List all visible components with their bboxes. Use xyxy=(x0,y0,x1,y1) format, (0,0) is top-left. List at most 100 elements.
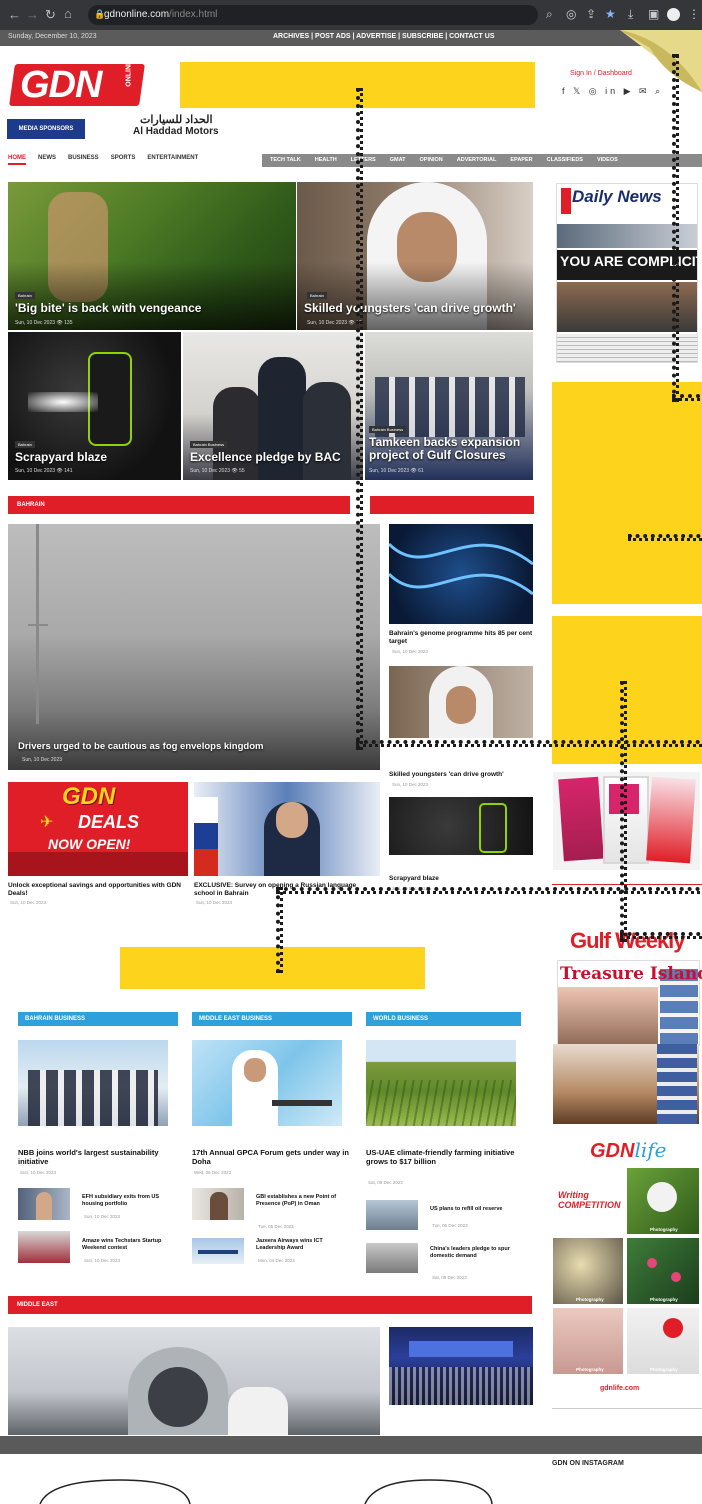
business-lead-title[interactable]: 17th Annual GPCA Forum gets under way in… xyxy=(192,1148,352,1166)
hero-tag[interactable]: Bahrain Business xyxy=(190,441,228,448)
section-header-middle-east[interactable]: MIDDLE EAST xyxy=(8,1296,532,1314)
business-lead-title[interactable]: US-UAE climate-friendly farming initiati… xyxy=(366,1148,516,1166)
fog-main-image[interactable] xyxy=(8,524,380,770)
hero-title[interactable]: Tamkeen backs expansion project of Gulf … xyxy=(369,436,529,462)
page-curl-icon[interactable] xyxy=(620,30,702,92)
thumb-image[interactable] xyxy=(18,1231,70,1263)
nav-techtalk[interactable]: TECH TALK xyxy=(270,157,301,163)
hero-tag[interactable]: Bahrain Business xyxy=(369,426,407,433)
section-bahrain-business[interactable]: BAHRAIN BUSINESS xyxy=(18,1012,178,1026)
nav-classifieds[interactable]: CLASSIFIEDS xyxy=(547,157,583,163)
thumb-image[interactable] xyxy=(366,1243,418,1273)
nav-home[interactable]: HOME xyxy=(8,155,26,165)
sponsor-logo[interactable]: Al Haddad Motors xyxy=(133,126,219,137)
hero-title[interactable]: Excellence pledge by BAC xyxy=(190,450,341,464)
thumb-image[interactable] xyxy=(192,1188,244,1220)
download-icon[interactable]: ⤓ xyxy=(628,7,633,22)
section-header-bahrain[interactable]: BAHRAIN xyxy=(8,496,350,514)
profile-avatar[interactable] xyxy=(667,8,680,21)
farming-image[interactable] xyxy=(366,1040,516,1126)
photo-tile-flowers[interactable] xyxy=(627,1238,699,1304)
gulf-weekly-spread[interactable] xyxy=(553,1044,699,1124)
business-lead-meta: Sun, 10 Dec 2023 xyxy=(20,1170,57,1175)
site-logo[interactable]: GDN xyxy=(20,64,102,107)
menu-dots-icon[interactable]: ⋮ xyxy=(688,7,700,21)
thumb-image[interactable] xyxy=(18,1188,70,1220)
side-story-meta: Sun, 10 Dec 2023 xyxy=(392,782,429,787)
signin-link[interactable]: Sign In / Dashboard xyxy=(570,70,632,77)
url-text[interactable]: gdnonline.com/index.html xyxy=(104,9,217,20)
nav-business[interactable]: BUSINESS xyxy=(68,155,99,161)
side-story-title[interactable]: Scrapyard blaze xyxy=(389,874,439,883)
home-icon[interactable]: ⌂ xyxy=(64,6,72,21)
hero-title[interactable]: Skilled youngsters 'can drive growth' xyxy=(304,301,529,315)
side-story-title[interactable]: Bahrain's genome programme hits 85 per c… xyxy=(389,630,535,646)
hero-meta: Sun, 10 Dec 2023 👁 61 xyxy=(369,468,424,474)
middle-east-side-image[interactable] xyxy=(389,1327,533,1405)
ad-banner-middle[interactable] xyxy=(120,947,425,989)
business-item-title[interactable]: EFH subsidiary exits from US housing por… xyxy=(82,1194,172,1208)
social-icons[interactable]: f 𝕏 ◎ in ▶ ✉ ⌕ xyxy=(562,86,663,97)
nav-gmat[interactable]: GMAT xyxy=(390,157,406,163)
middle-east-main-image[interactable] xyxy=(8,1327,380,1435)
thumb-image[interactable] xyxy=(366,1200,418,1230)
business-item-title[interactable]: Amaze wins Techstars Startup Weekend con… xyxy=(82,1238,172,1252)
business-item-title[interactable]: GBI establishes a new Point of Presence … xyxy=(256,1194,346,1208)
sponsor-logo-arabic[interactable]: الحداد للسيارات xyxy=(140,113,213,126)
dotted-line xyxy=(620,932,702,939)
back-icon[interactable]: ← xyxy=(8,7,21,22)
photo-tile-haze[interactable] xyxy=(553,1308,623,1374)
cast-icon[interactable]: ◎ xyxy=(566,7,576,21)
nav-news[interactable]: NEWS xyxy=(38,155,56,161)
hero-tag[interactable]: Bahrain xyxy=(307,292,327,299)
business-item-title[interactable]: US plans to refill oil reserve xyxy=(430,1206,516,1213)
sidepanel-icon[interactable]: ▣ xyxy=(648,7,659,21)
gdnlife-logo-text[interactable]: GDN xyxy=(590,1140,634,1162)
nav-sports[interactable]: SPORTS xyxy=(111,155,136,161)
forward-icon[interactable]: → xyxy=(26,7,39,22)
nav-letters[interactable]: LETTERS xyxy=(351,157,376,163)
gdnlife-logo-sub[interactable]: life xyxy=(634,1138,666,1162)
fog-story-title[interactable]: Drivers urged to be cautious as fog enve… xyxy=(18,741,263,752)
photo-tile-kite[interactable] xyxy=(627,1308,699,1374)
business-lead-title[interactable]: NBB joins world's largest sustainability… xyxy=(18,1148,178,1166)
zoom-icon[interactable]: ⌕ xyxy=(546,7,553,22)
reload-icon[interactable]: ↻ xyxy=(45,7,56,23)
photo-label: Photography xyxy=(576,1367,604,1372)
share-icon[interactable]: ⇪ xyxy=(586,7,596,21)
top-links[interactable]: ARCHIVES | POST ADS | ADVERTISE | SUBSCR… xyxy=(273,33,494,40)
gdnlife-url[interactable]: gdnlife.com xyxy=(600,1385,639,1392)
photo-tile-plant[interactable] xyxy=(627,1168,699,1234)
genome-image[interactable] xyxy=(389,524,533,624)
photo-tile-sunset[interactable] xyxy=(553,1238,623,1304)
hero-tag[interactable]: Bahrain xyxy=(15,441,35,448)
nbb-image[interactable] xyxy=(18,1040,168,1126)
thumb-image[interactable] xyxy=(192,1238,244,1264)
side-story-title[interactable]: Skilled youngsters 'can drive growth' xyxy=(389,770,504,779)
instagram-heading[interactable]: GDN ON INSTAGRAM xyxy=(552,1460,624,1467)
hero-title[interactable]: Scrapyard blaze xyxy=(15,450,107,464)
section-world-business[interactable]: WORLD BUSINESS xyxy=(366,1012,521,1026)
hero-tag[interactable]: Bahrain xyxy=(15,292,35,299)
bookmark-star-icon[interactable]: ★ xyxy=(605,7,616,21)
story-title[interactable]: Unlock exceptional savings and opportuni… xyxy=(8,882,192,898)
nav-advertorial[interactable]: ADVERTORIAL xyxy=(457,157,497,163)
nav-health[interactable]: HEALTH xyxy=(315,157,337,163)
business-item-title[interactable]: Jazeera Airways wins ICT Leadership Awar… xyxy=(256,1238,346,1252)
russia-image[interactable] xyxy=(194,782,380,876)
nav-entertainment[interactable]: ENTERTAINMENT xyxy=(147,155,198,161)
sidebar-divider xyxy=(552,884,702,885)
gpca-image[interactable] xyxy=(192,1040,342,1126)
daily-news-headline: YOU ARE COMPLICIT xyxy=(560,253,702,269)
scrapyard-image[interactable] xyxy=(389,797,533,855)
side-story-meta: Sun, 10 Dec 2023 xyxy=(392,649,429,654)
ad-sidebar-1[interactable] xyxy=(552,382,702,604)
hero-title[interactable]: 'Big bite' is back with vengeance xyxy=(15,301,285,315)
section-header-bar xyxy=(370,496,534,514)
business-item-title[interactable]: China's leaders pledge to spur domestic … xyxy=(430,1246,516,1260)
nav-opinion[interactable]: OPINION xyxy=(420,157,443,163)
section-middle-east-business[interactable]: MIDDLE EAST BUSINESS xyxy=(192,1012,352,1026)
nav-epaper[interactable]: EPAPER xyxy=(510,157,532,163)
youngsters-image[interactable] xyxy=(389,666,533,738)
nav-videos[interactable]: VIDEOS xyxy=(597,157,618,163)
